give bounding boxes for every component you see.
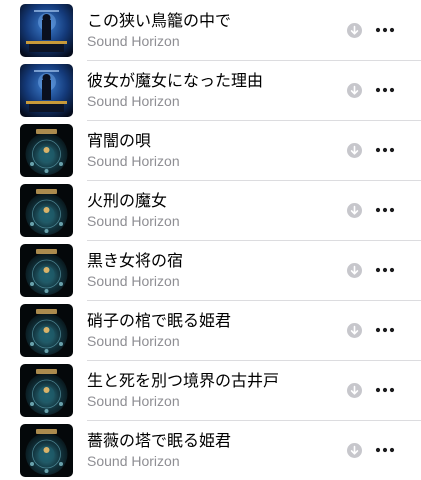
download-icon[interactable] — [347, 263, 362, 278]
track-artist: Sound Horizon — [87, 153, 180, 169]
track-row[interactable]: 生と死を別つ境界の古井戸 Sound Horizon — [0, 360, 421, 421]
more-icon[interactable] — [371, 20, 399, 40]
track-title: 宵闇の唄 — [87, 131, 152, 150]
download-icon[interactable] — [347, 323, 362, 338]
track-artist: Sound Horizon — [87, 93, 180, 109]
track-artist: Sound Horizon — [87, 453, 180, 469]
more-icon[interactable] — [371, 440, 399, 460]
album-artwork — [20, 304, 73, 357]
track-title: 生と死を別つ境界の古井戸 — [87, 371, 280, 390]
track-title: 硝子の棺で眠る姫君 — [87, 311, 232, 330]
album-artwork — [20, 364, 73, 417]
download-icon[interactable] — [347, 203, 362, 218]
track-artist: Sound Horizon — [87, 393, 180, 409]
track-artist: Sound Horizon — [87, 273, 180, 289]
album-artwork — [20, 4, 73, 57]
track-row[interactable]: この狭い鳥籠の中で Sound Horizon — [0, 0, 421, 61]
download-icon[interactable] — [347, 83, 362, 98]
track-row[interactable]: 彼女が魔女になった理由 Sound Horizon — [0, 60, 421, 121]
track-title: 彼女が魔女になった理由 — [87, 71, 264, 90]
album-artwork — [20, 124, 73, 177]
album-artwork — [20, 424, 73, 477]
more-icon[interactable] — [371, 200, 399, 220]
more-icon[interactable] — [371, 380, 399, 400]
track-artist: Sound Horizon — [87, 333, 180, 349]
track-row[interactable]: 薔薇の塔で眠る姫君 Sound Horizon — [0, 420, 421, 480]
more-icon[interactable] — [371, 320, 399, 340]
more-icon[interactable] — [371, 80, 399, 100]
track-title: この狭い鳥籠の中で — [87, 11, 232, 30]
track-row[interactable]: 宵闇の唄 Sound Horizon — [0, 120, 421, 181]
track-title: 薔薇の塔で眠る姫君 — [87, 431, 232, 450]
download-icon[interactable] — [347, 23, 362, 38]
track-artist: Sound Horizon — [87, 33, 180, 49]
track-title: 黒き女将の宿 — [87, 251, 184, 270]
track-row[interactable]: 硝子の棺で眠る姫君 Sound Horizon — [0, 300, 421, 361]
download-icon[interactable] — [347, 143, 362, 158]
track-artist: Sound Horizon — [87, 213, 180, 229]
more-icon[interactable] — [371, 140, 399, 160]
album-artwork — [20, 244, 73, 297]
more-icon[interactable] — [371, 260, 399, 280]
track-list: この狭い鳥籠の中で Sound Horizon 彼女が魔女になった理由 Soun… — [0, 0, 421, 480]
track-row[interactable]: 火刑の魔女 Sound Horizon — [0, 180, 421, 241]
download-icon[interactable] — [347, 443, 362, 458]
track-title: 火刑の魔女 — [87, 191, 168, 210]
track-row[interactable]: 黒き女将の宿 Sound Horizon — [0, 240, 421, 301]
download-icon[interactable] — [347, 383, 362, 398]
album-artwork — [20, 184, 73, 237]
album-artwork — [20, 64, 73, 117]
